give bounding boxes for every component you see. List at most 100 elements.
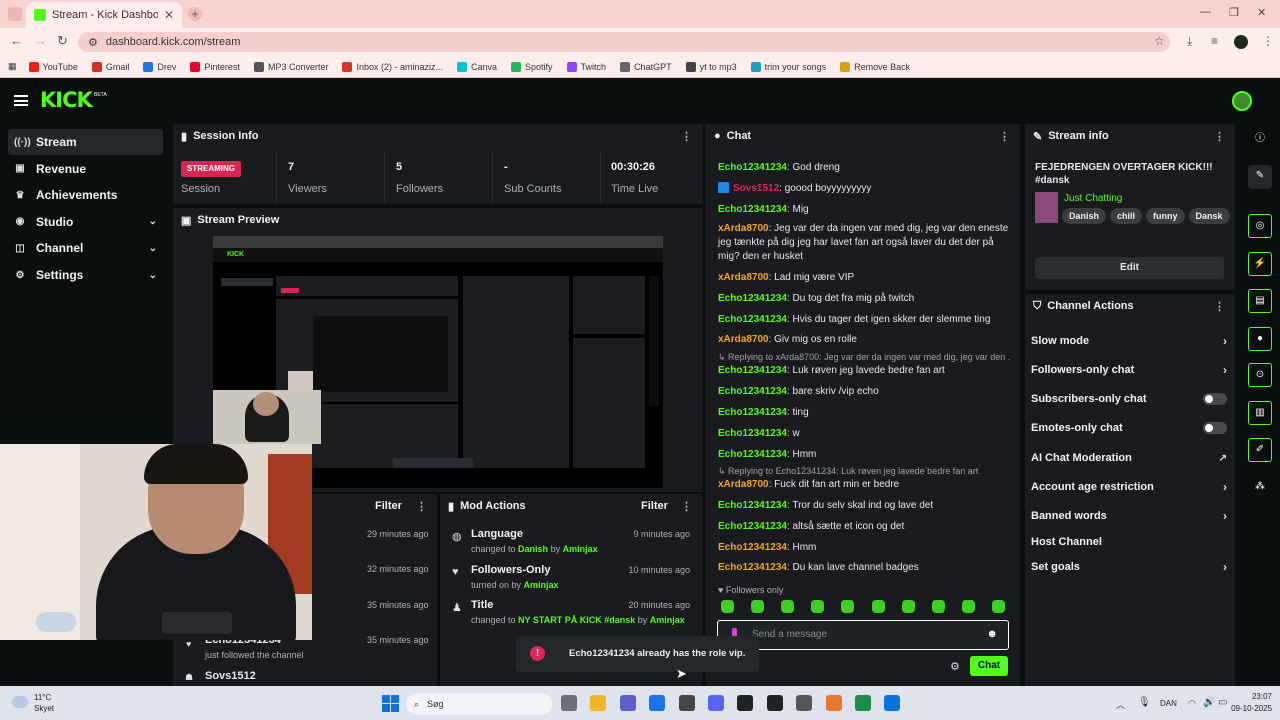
clock-time[interactable]: 23:07	[1232, 692, 1272, 701]
bookmark-item[interactable]: Pinterest	[190, 61, 240, 72]
channel-action-emotes-only-chat[interactable]: Emotes-only chat	[1031, 417, 1227, 439]
sidebar-item-achievements[interactable]: ♛ Achievements	[8, 182, 163, 208]
chat-username[interactable]: Echo12341234	[718, 542, 787, 553]
new-tab-button[interactable]: +	[188, 7, 202, 21]
user-avatar[interactable]	[1232, 91, 1252, 111]
input-language[interactable]: DAN	[1160, 699, 1177, 708]
emote-icon[interactable]	[901, 600, 915, 613]
moderator-name[interactable]: Aminjax	[563, 544, 598, 554]
emote-icon[interactable]	[781, 600, 795, 613]
microphone-icon[interactable]: 🎙	[1138, 697, 1151, 708]
chat-username[interactable]: xArda8700	[718, 272, 769, 283]
bookmark-item[interactable]: Remove Back	[840, 61, 910, 72]
group-icon[interactable]: ⁂	[1248, 476, 1272, 500]
channel-action-host-channel[interactable]: Host Channel	[1031, 531, 1227, 553]
mod-actions-menu-icon[interactable]: ⋮	[681, 500, 692, 513]
activity-filter-button[interactable]: Filter	[375, 500, 402, 512]
emote-icon[interactable]	[841, 600, 855, 613]
taskbar-app-icon[interactable]	[737, 695, 754, 711]
chevron-down-icon[interactable]: ⌄	[149, 216, 157, 227]
layout-icon[interactable]: ▥	[1248, 401, 1272, 425]
tag[interactable]: Dansk	[1188, 208, 1230, 224]
channel-action-account-age-restriction[interactable]: Account age restriction ›	[1031, 476, 1227, 498]
moderator-name[interactable]: Aminjax	[524, 580, 559, 590]
bookmark-item[interactable]: Canva	[457, 61, 497, 72]
chat-username[interactable]: Echo12341234	[718, 293, 787, 304]
emoji-icon[interactable]: ☻	[986, 628, 998, 640]
sidebar-item-settings[interactable]: ⚙ Settings ⌄	[8, 262, 163, 288]
chat-bubble-icon[interactable]: ●	[1248, 327, 1272, 351]
taskbar-app-icon[interactable]	[590, 695, 607, 711]
bookmark-item[interactable]: Gmail	[91, 61, 129, 72]
emote-icon[interactable]	[991, 600, 1005, 613]
edit-stream-info-button[interactable]: Edit	[1035, 257, 1224, 279]
emote-icon[interactable]	[751, 600, 765, 613]
bookmark-item[interactable]: trim your songs	[750, 61, 826, 72]
download-icon[interactable]: ⤓	[1187, 34, 1192, 49]
info-icon[interactable]: ⓘ	[1248, 128, 1272, 152]
bolt-icon[interactable]: ⚡	[1248, 252, 1272, 276]
tab-search-button[interactable]	[8, 7, 22, 21]
external-link-icon[interactable]: ↗	[1219, 453, 1227, 464]
target-icon[interactable]: ◎	[1248, 214, 1272, 238]
hamburger-menu-icon[interactable]	[14, 95, 28, 106]
bookmark-item[interactable]: Inbox (2) - aminaziz...	[342, 61, 443, 72]
clipboard-icon[interactable]: ▤	[1248, 289, 1272, 313]
chat-username[interactable]: Echo12341234	[718, 162, 787, 173]
chat-username[interactable]: Echo12341234	[718, 365, 787, 376]
chevron-down-icon[interactable]: ⌄	[149, 243, 157, 254]
chat-username[interactable]: xArda8700	[718, 223, 769, 234]
emote-icon[interactable]	[931, 600, 945, 613]
chat-menu-icon[interactable]: ⋮	[999, 130, 1010, 143]
sidebar-item-stream[interactable]: ((·)) Stream	[8, 129, 163, 155]
profile-avatar[interactable]	[1234, 35, 1248, 49]
category-link[interactable]: Just Chatting	[1064, 193, 1122, 204]
chat-username[interactable]: Echo12341234	[718, 449, 787, 460]
kick-logo[interactable]: KICK	[40, 88, 93, 112]
chat-username[interactable]: Echo12341234	[718, 562, 787, 573]
send-chat-button[interactable]: Chat	[970, 656, 1008, 676]
chat-username[interactable]: Echo12341234	[718, 428, 787, 439]
tag[interactable]: funny	[1146, 208, 1185, 224]
reload-icon[interactable]: ↻	[57, 33, 68, 49]
wrench-icon[interactable]: ✐	[1248, 438, 1272, 462]
browser-tab[interactable]: Stream - Kick Dashboard ✕	[26, 2, 182, 28]
taskbar-app-icon[interactable]	[796, 695, 813, 711]
chevron-right-icon[interactable]: ›	[1223, 560, 1227, 574]
chevron-right-icon[interactable]: ›	[1223, 480, 1227, 494]
chat-username[interactable]: Echo12341234	[718, 500, 787, 511]
pencil-icon[interactable]: ✎	[1248, 165, 1272, 189]
bookmark-item[interactable]: Drev	[143, 61, 176, 72]
volume-icon[interactable]: 🔊	[1203, 697, 1215, 708]
close-tab-icon[interactable]: ✕	[164, 8, 174, 22]
weather-temp[interactable]: 11°C	[34, 693, 51, 702]
back-icon[interactable]: ←	[10, 33, 23, 48]
channel-action-followers-only-chat[interactable]: Followers-only chat ›	[1031, 359, 1227, 381]
minimize-icon[interactable]: —	[1200, 6, 1211, 18]
emote-icon[interactable]	[811, 600, 825, 613]
chat-settings-icon[interactable]: ⚙	[950, 660, 960, 673]
tray-chevron-icon[interactable]: ︿	[1116, 698, 1125, 711]
channel-action-subscribers-only-chat[interactable]: Subscribers-only chat	[1031, 388, 1227, 410]
taskbar-app-icon[interactable]	[708, 695, 724, 711]
toggle-switch[interactable]	[1203, 393, 1227, 405]
channel-action-set-goals[interactable]: Set goals ›	[1031, 556, 1227, 578]
toggle-switch[interactable]	[1203, 422, 1227, 434]
tag[interactable]: Danish	[1062, 208, 1107, 224]
chat-username[interactable]: Echo12341234	[718, 407, 787, 418]
taskbar-app-icon[interactable]	[678, 695, 695, 711]
taskbar-app-icon[interactable]	[825, 695, 842, 711]
bookmark-item[interactable]: YouTube	[28, 61, 78, 72]
chat-username[interactable]: Echo12341234	[718, 314, 787, 325]
forward-icon[interactable]: →	[34, 33, 47, 48]
chevron-down-icon[interactable]: ⌄	[149, 270, 157, 281]
activity-menu-icon[interactable]: ⋮	[416, 500, 427, 513]
taskbar-app-icon[interactable]	[561, 695, 577, 711]
emote-icon[interactable]	[721, 600, 734, 613]
emote-icon[interactable]	[961, 600, 975, 613]
wifi-icon[interactable]: ◠	[1188, 698, 1196, 709]
apps-grid-icon[interactable]: ▦	[8, 61, 17, 72]
chat-username[interactable]: xArda8700	[718, 334, 769, 345]
radio-icon[interactable]: ⊙	[1248, 363, 1272, 387]
bookmark-item[interactable]: yt to mp3	[685, 61, 737, 72]
